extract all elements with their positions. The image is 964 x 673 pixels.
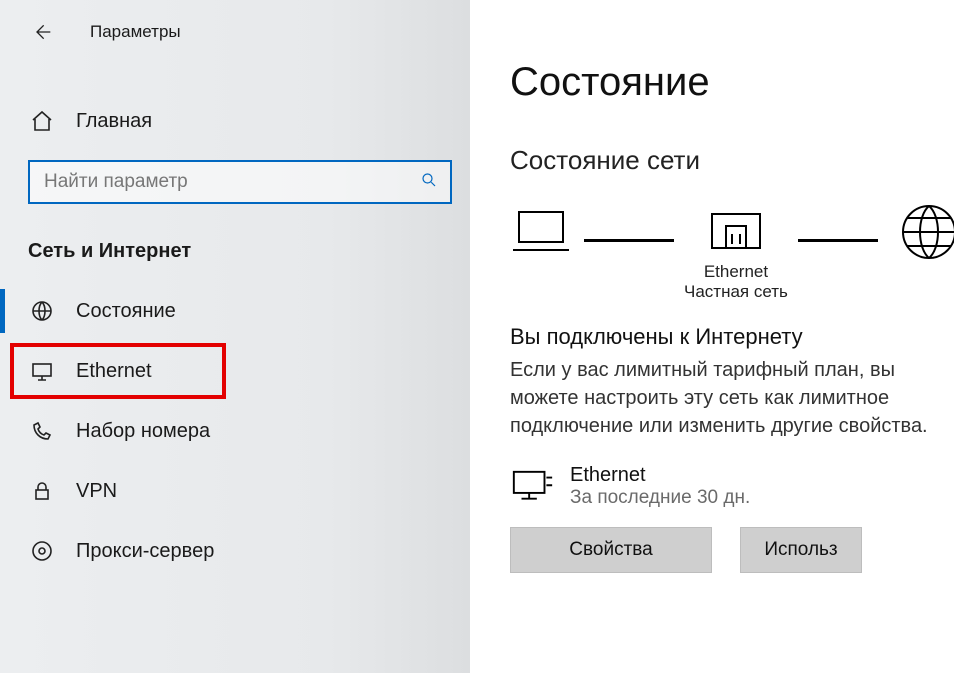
diagram-internet [888, 204, 954, 304]
proxy-icon [30, 539, 54, 563]
globe-icon [30, 299, 54, 323]
properties-button[interactable]: Свойства [510, 527, 712, 573]
sidebar-item-label: VPN [76, 480, 117, 503]
sidebar-item-dialup[interactable]: Набор номера [0, 401, 470, 461]
laptop-icon [508, 204, 574, 260]
search-box[interactable] [28, 160, 452, 204]
sidebar-item-proxy[interactable]: Прокси-сервер [0, 521, 470, 581]
phone-icon [30, 419, 54, 443]
main-content: Состояние Состояние сети Ethernet Частна… [470, 0, 964, 673]
section-subtitle: Состояние сети [510, 145, 964, 176]
sidebar-item-ethernet[interactable]: Ethernet [8, 341, 228, 401]
connection-subtext: За последние 30 дн. [570, 487, 750, 509]
window-title: Параметры [90, 22, 181, 42]
sidebar-item-vpn[interactable]: VPN [0, 461, 470, 521]
titlebar: Параметры [0, 12, 470, 52]
search-container [28, 160, 452, 204]
diagram-line [584, 239, 674, 242]
sidebar-home[interactable]: Главная [0, 94, 470, 148]
search-icon [420, 171, 438, 194]
sidebar: Параметры Главная Сеть и Интернет Состоя… [0, 0, 470, 673]
connection-name: Ethernet [570, 464, 750, 487]
page-title: Состояние [510, 60, 964, 105]
globe-large-icon [888, 204, 954, 260]
sidebar-item-status[interactable]: Состояние [0, 281, 470, 341]
settings-window: Параметры Главная Сеть и Интернет Состоя… [0, 0, 964, 673]
connected-description: Если у вас лимитный тарифный план, вы мо… [510, 356, 964, 440]
usage-button[interactable]: Использ [740, 527, 862, 573]
sidebar-item-label: Набор номера [76, 420, 210, 443]
diagram-line [798, 239, 878, 242]
diagram-router: Ethernet Частная сеть [684, 204, 788, 304]
back-arrow-icon [32, 22, 52, 42]
button-row: Свойства Использ [510, 527, 964, 573]
sidebar-home-label: Главная [76, 110, 152, 133]
sidebar-item-label: Ethernet [76, 360, 152, 383]
lock-icon [30, 479, 54, 503]
connection-row: Ethernet За последние 30 дн. [510, 464, 964, 509]
sidebar-item-label: Состояние [76, 300, 176, 323]
diagram-router-caption: Ethernet Частная сеть [684, 262, 788, 304]
search-input[interactable] [42, 170, 420, 194]
back-button[interactable] [24, 14, 60, 50]
connected-heading: Вы подключены к Интернету [510, 324, 964, 350]
ethernet-adapter-icon [510, 468, 556, 508]
router-icon [703, 204, 769, 260]
network-diagram: Ethernet Частная сеть [508, 204, 964, 304]
diagram-computer [508, 204, 574, 304]
sidebar-item-label: Прокси-сервер [76, 540, 214, 563]
sidebar-section-title: Сеть и Интернет [28, 240, 470, 263]
home-icon [30, 109, 54, 133]
monitor-icon [30, 359, 54, 383]
